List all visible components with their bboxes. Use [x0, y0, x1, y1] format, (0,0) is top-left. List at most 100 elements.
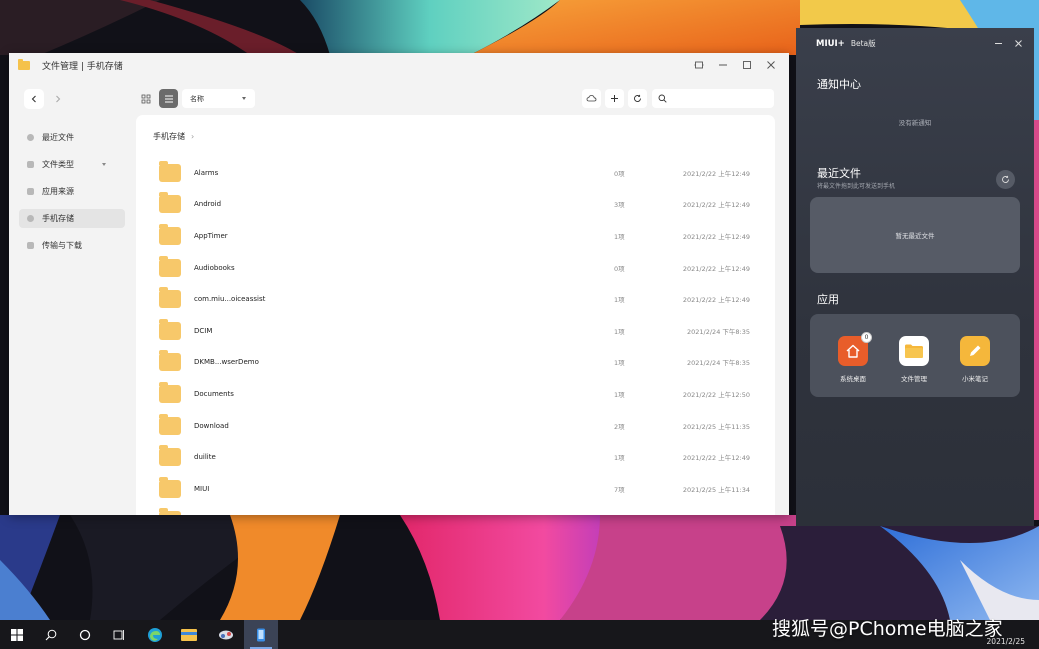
panel-minimize-button[interactable] [988, 34, 1008, 52]
recent-files-drop-zone[interactable]: 暂无最近文件 [810, 197, 1020, 273]
apps-card: 0 系统桌面 文件管理 小米笔记 [810, 314, 1020, 397]
pin-button[interactable] [687, 56, 711, 74]
chevron-right-icon [56, 95, 61, 103]
watermark-text: 搜狐号@PChome电脑之家 [772, 618, 1003, 640]
maximize-button[interactable] [735, 56, 759, 74]
file-name: Android [194, 200, 222, 209]
cortana-icon [79, 629, 91, 640]
close-icon [767, 61, 775, 69]
refresh-icon [1002, 175, 1009, 183]
file-row[interactable]: com.miu...oiceassist 1项 2021/2/22 上午12:49 [136, 283, 775, 315]
caret-down-icon [242, 97, 246, 100]
file-row[interactable]: Android 3项 2021/2/22 上午12:49 [136, 189, 775, 221]
sidebar-item-label: 文件类型 [42, 160, 74, 169]
app-mi-notes[interactable]: 小米笔记 [945, 336, 1005, 383]
back-button[interactable] [24, 89, 44, 109]
file-name: AppTimer [194, 231, 228, 240]
folder-icon [159, 413, 181, 435]
file-list: Alarms 0项 2021/2/22 上午12:49 Android 3项 2021/… [136, 157, 775, 515]
cortana-button[interactable] [68, 620, 102, 649]
folder-icon [159, 287, 181, 309]
toolbar: 名称 [9, 89, 789, 109]
task-view-icon [113, 629, 124, 640]
panel-close-button[interactable] [1008, 34, 1028, 52]
sidebar-item-phone-storage[interactable]: 手机存储 [19, 209, 125, 228]
app-source-icon [27, 188, 34, 195]
windows-icon [11, 628, 23, 641]
search-box[interactable] [652, 89, 774, 108]
grid-view-button[interactable] [136, 89, 156, 109]
file-count: 1项 [614, 327, 625, 336]
close-button[interactable] [759, 56, 783, 74]
file-name: MIUI [194, 484, 210, 493]
sort-label: 名称 [190, 94, 204, 103]
file-list-pane: 手机存储 › Alarms 0项 2021/2/22 上午12:49 Android… [136, 115, 775, 515]
pin-icon [694, 61, 704, 69]
breadcrumb-item[interactable]: 手机存储 [153, 131, 185, 142]
start-button[interactable] [0, 620, 34, 649]
refresh-icon [634, 94, 641, 102]
sidebar-item-app-source[interactable]: 应用来源 [19, 182, 125, 201]
edge-button[interactable] [138, 620, 172, 649]
sidebar-item-label: 传输与下载 [42, 241, 82, 250]
cloud-button[interactable] [582, 89, 601, 108]
miui-plus-panel: MIUI+ Beta版 通知中心 没有新通知 最近文件 将最文件拖到此可发送到手… [796, 28, 1034, 526]
forward-button[interactable] [48, 89, 68, 109]
file-date: 2021/2/22 上午12:49 [682, 232, 750, 241]
plus-icon [611, 95, 618, 102]
app-file-manager[interactable]: 文件管理 [884, 336, 944, 383]
folder-icon [159, 160, 181, 182]
file-row[interactable]: Download 2项 2021/2/25 上午11:35 [136, 410, 775, 442]
file-row[interactable]: Documents 1项 2021/2/22 上午12:50 [136, 378, 775, 410]
maximize-icon [743, 61, 751, 69]
list-view-button[interactable] [159, 89, 178, 108]
search-button[interactable] [34, 620, 68, 649]
window-titlebar[interactable]: 文件管理 | 手机存储 [9, 53, 789, 77]
storage-icon [27, 215, 34, 222]
app-label: 系统桌面 [840, 375, 866, 383]
file-row[interactable]: Alarms 0项 2021/2/22 上午12:49 [136, 157, 775, 189]
file-row[interactable]: duilite 1项 2021/2/22 上午12:49 [136, 441, 775, 473]
file-name: Alarms [194, 168, 219, 177]
minimize-icon [994, 42, 1002, 44]
file-row[interactable]: AppTimer 1项 2021/2/22 上午12:49 [136, 220, 775, 252]
search-input[interactable] [671, 94, 771, 103]
close-icon [1014, 39, 1022, 47]
task-view-button[interactable] [102, 620, 136, 649]
sidebar-item-file-types[interactable]: 文件类型 [19, 155, 125, 174]
file-date: 2021/2/22 上午12:49 [682, 296, 750, 305]
sidebar-item-recent[interactable]: 最近文件 [19, 128, 125, 147]
snipping-tool-button[interactable] [209, 620, 243, 649]
file-row[interactable]: DKMB...wserDemo 1项 2021/2/24 下午8:35 [136, 347, 775, 379]
file-date: 2021/2/22 上午12:50 [682, 390, 750, 399]
file-row[interactable]: Audiobooks 0项 2021/2/22 上午12:49 [136, 252, 775, 284]
file-count: 0项 [614, 169, 625, 178]
file-row[interactable]: MIUI 7项 2021/2/25 上午11:34 [136, 473, 775, 505]
panel-header: MIUI+ Beta版 [816, 38, 876, 49]
file-row[interactable]: DCIM 1项 2021/2/24 下午8:35 [136, 315, 775, 347]
file-date: 2021/2/22 上午12:49 [682, 454, 750, 463]
sort-dropdown[interactable]: 名称 [182, 89, 255, 108]
minimize-button[interactable] [711, 56, 735, 74]
sidebar-item-transfers[interactable]: 传输与下载 [19, 236, 125, 255]
folder-icon [159, 192, 181, 214]
new-folder-button[interactable] [605, 89, 624, 108]
recent-refresh-button[interactable] [996, 170, 1015, 189]
file-explorer-button[interactable] [172, 620, 206, 649]
file-row-partial[interactable] [136, 505, 775, 515]
folder-icon [159, 350, 181, 372]
chevron-right-icon: › [191, 132, 195, 141]
category-icon [27, 161, 34, 168]
clock-icon [27, 134, 34, 141]
minimize-icon [719, 64, 727, 66]
folder-icon [159, 318, 181, 340]
panel-controls [988, 34, 1028, 52]
folder-icon [899, 336, 929, 366]
miui-plus-taskbar-button[interactable] [244, 620, 278, 649]
file-count: 1项 [614, 232, 625, 241]
file-explorer-icon [181, 629, 197, 641]
caret-down-icon[interactable] [102, 163, 106, 166]
folder-icon [159, 476, 181, 498]
app-system-launcher[interactable]: 0 系统桌面 [823, 332, 883, 383]
refresh-button[interactable] [628, 89, 647, 108]
